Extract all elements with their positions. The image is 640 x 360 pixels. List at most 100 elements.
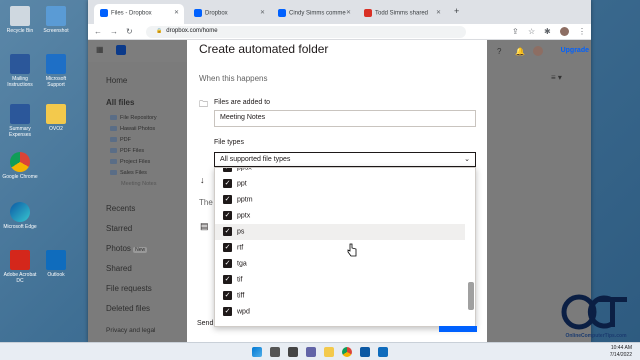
folder-item[interactable]: File Repository	[110, 115, 157, 121]
back-icon[interactable]: ←	[94, 27, 102, 36]
folder-item[interactable]: Sales Files	[110, 170, 147, 176]
option-pptx[interactable]: ✓ pptx	[215, 208, 465, 224]
taskbar: 10:44 AM 7/14/2022	[0, 342, 640, 360]
new-tab-button[interactable]: +	[448, 4, 462, 24]
checkbox-checked-icon[interactable]: ✓	[223, 259, 232, 268]
acrobat-icon[interactable]: Adobe Acrobat DC	[2, 250, 38, 284]
task-view-icon[interactable]	[288, 347, 298, 357]
url-field[interactable]: 🔒 dropbox.com/home	[146, 26, 466, 38]
checkbox-checked-icon[interactable]: ✓	[223, 243, 232, 252]
folder-item[interactable]: Project Files	[110, 159, 150, 165]
arrow-down-icon: ↓	[200, 175, 205, 185]
option-rtf[interactable]: ✓ rtf	[215, 240, 465, 256]
option-tga[interactable]: ✓ tga	[215, 256, 465, 272]
option-wpd[interactable]: ✓ wpd	[215, 304, 465, 320]
extensions-icon[interactable]: ✱	[544, 27, 551, 36]
nav-home[interactable]: Home	[106, 76, 127, 85]
dropbox-app: ▦ Home All files File Repository Hawaii …	[88, 40, 591, 342]
checkbox-checked-icon[interactable]: ✓	[223, 179, 232, 188]
recycle-bin-icon[interactable]: Recycle Bin	[2, 6, 38, 34]
word-doc-icon-2[interactable]: Summary Expenses	[2, 104, 38, 138]
dropbox-logo-icon[interactable]	[116, 45, 126, 55]
help-icon[interactable]: ?	[497, 47, 501, 56]
reload-icon[interactable]: ↻	[126, 27, 133, 36]
list-view-icon[interactable]: ≡ ▾	[551, 73, 562, 82]
checkbox-checked-icon[interactable]: ✓	[223, 291, 232, 300]
nav-recents[interactable]: Recents	[106, 204, 135, 213]
folder-name-field[interactable]: Meeting Notes	[214, 110, 476, 127]
option-ps[interactable]: ✓ ps	[215, 224, 465, 240]
star-icon[interactable]: ☆	[528, 27, 535, 36]
chrome-icon[interactable]: Google Chrome	[2, 152, 38, 180]
share-icon[interactable]: ⇪	[512, 27, 519, 36]
folder-icon[interactable]: OVO2	[38, 104, 74, 132]
close-tab-icon[interactable]: ✕	[174, 9, 179, 16]
profile-avatar[interactable]	[560, 27, 569, 36]
screenshot-icon[interactable]: Screenshot	[38, 6, 74, 34]
file-types-select[interactable]: All supported file types ⌄	[214, 152, 476, 167]
tab-todd-simms[interactable]: Todd Simms shared ✕	[358, 4, 446, 24]
search-icon[interactable]	[270, 347, 280, 357]
support-icon[interactable]: Microsoft Support	[38, 54, 74, 88]
forward-icon[interactable]: →	[110, 27, 118, 36]
primary-button[interactable]	[439, 326, 477, 332]
outlook-icon[interactable]: Outlook	[38, 250, 74, 278]
close-tab-icon[interactable]: ✕	[346, 9, 351, 16]
account-avatar[interactable]	[533, 46, 543, 56]
option-tif[interactable]: ✓ tif	[215, 272, 465, 288]
system-clock[interactable]: 10:44 AM 7/14/2022	[610, 345, 632, 359]
tab-files-dropbox[interactable]: Files - Dropbox ✕	[94, 4, 184, 24]
dropbox-favicon-icon	[194, 9, 202, 17]
menu-icon[interactable]: ⋮	[578, 27, 586, 36]
when-this-happens-heading: When this happens	[199, 74, 268, 83]
file-types-label: File types	[214, 139, 244, 146]
checkbox-checked-icon[interactable]: ✓	[223, 211, 232, 220]
folder-item[interactable]: Hawaii Photos	[110, 126, 155, 132]
checkbox-checked-icon[interactable]: ✓	[223, 275, 232, 284]
nav-file-requests[interactable]: File requests	[106, 284, 152, 293]
upgrade-link[interactable]: Upgrade	[561, 47, 589, 54]
nav-shared[interactable]: Shared	[106, 264, 132, 273]
nav-deleted-files[interactable]: Deleted files	[106, 304, 150, 313]
teams-icon[interactable]	[306, 347, 316, 357]
address-bar: ← → ↻ 🔒 dropbox.com/home ⇪ ☆ ✱ ⋮	[88, 24, 591, 40]
chrome-taskbar-icon[interactable]	[342, 347, 352, 357]
checkbox-checked-icon[interactable]: ✓	[223, 195, 232, 204]
option-pptm[interactable]: ✓ pptm	[215, 192, 465, 208]
nav-photos[interactable]: Photos New	[106, 244, 148, 253]
scrollbar-thumb[interactable]	[468, 282, 474, 310]
start-icon[interactable]	[252, 347, 262, 357]
nav-starred[interactable]: Starred	[106, 224, 132, 233]
edge-taskbar-icon[interactable]	[360, 347, 370, 357]
edge-icon[interactable]: Microsoft Edge	[2, 202, 38, 230]
oct-logo-icon	[561, 294, 627, 330]
privacy-link[interactable]: Privacy and legal	[106, 327, 156, 334]
folder-outline-icon: 🗀	[199, 99, 209, 109]
dropbox-favicon-icon	[100, 9, 108, 17]
outlook-taskbar-icon[interactable]	[378, 347, 388, 357]
tab-cindy-simms[interactable]: Cindy Simms comme ✕	[272, 4, 356, 24]
notifications-icon[interactable]: 🔔	[515, 47, 525, 56]
option-tiff[interactable]: ✓ tiff	[215, 288, 465, 304]
option-ppt[interactable]: ✓ ppt	[215, 176, 465, 192]
folder-item[interactable]: Meeting Notes	[121, 181, 156, 187]
checkbox-checked-icon[interactable]: ✓	[223, 168, 232, 172]
option-ppsx[interactable]: ✓ ppsx	[215, 168, 465, 176]
nav-all-files[interactable]: All files	[106, 98, 134, 107]
close-tab-icon[interactable]: ✕	[436, 9, 441, 16]
partial-heading: The	[199, 198, 213, 207]
folder-icon	[110, 170, 117, 176]
dropdown-scrollbar[interactable]	[468, 170, 474, 326]
folder-icon	[110, 148, 117, 154]
folder-item[interactable]: PDF	[110, 137, 131, 143]
app-grid-icon[interactable]: ▦	[96, 45, 104, 54]
file-explorer-icon[interactable]	[324, 347, 334, 357]
tab-dropbox[interactable]: Dropbox ✕	[188, 4, 270, 24]
folder-item[interactable]: PDF Files	[110, 148, 144, 154]
oct-watermark: OnlineComputerTips.com	[556, 293, 636, 339]
close-tab-icon[interactable]: ✕	[260, 9, 265, 16]
checkbox-checked-icon[interactable]: ✓	[223, 227, 232, 236]
word-doc-icon[interactable]: Mailing Instructions	[2, 54, 38, 88]
send-button[interactable]: Send	[197, 320, 213, 327]
checkbox-checked-icon[interactable]: ✓	[223, 307, 232, 316]
